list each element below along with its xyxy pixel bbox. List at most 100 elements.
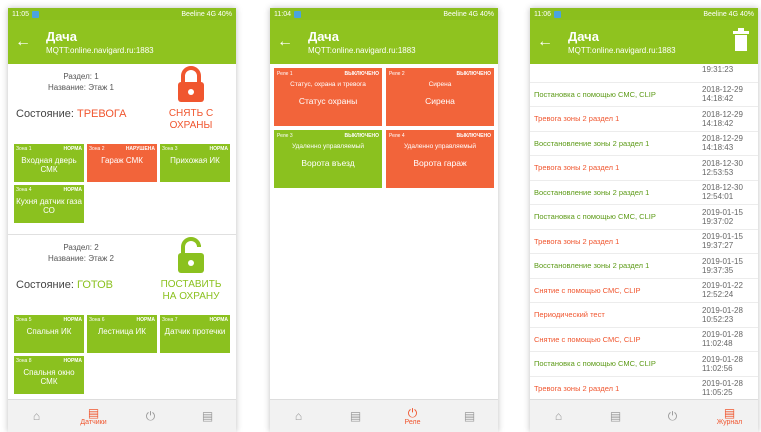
app-bar: ← Дача MQTT:online.navigard.ru:1883	[270, 20, 498, 64]
log-row[interactable]: Восстановление зоны 2 раздел 1 2018-12-29…	[530, 132, 758, 156]
battery: 40%	[217, 10, 232, 18]
battery: 40%	[739, 10, 754, 18]
relay-tile[interactable]: Реле 4 ВЫКЛЮЧЕНО Удаленно управляемый Ворот…	[386, 130, 494, 188]
log-time: 11:05:25	[702, 388, 733, 398]
log-event: Восстановление зоны 2 раздел 1	[534, 261, 650, 271]
arm-button[interactable]: ПОСТАВИТЬ НА ОХРАНУ	[156, 237, 226, 303]
relay-grid: Реле 1 ВЫКЛЮЧЕНО Статус, охрана и тревога С…	[274, 68, 494, 188]
nav-home[interactable]: ⌂	[270, 400, 327, 432]
back-arrow-icon[interactable]: ←	[274, 33, 296, 51]
log-row[interactable]: Восстановление зоны 2 раздел 1 2019-01-15…	[530, 254, 758, 279]
carrier: Beeline 4G	[443, 10, 479, 18]
nav-relay[interactable]: ⏻	[644, 400, 701, 432]
zone-tile[interactable]: Зона 5 НОРМА Спальня ИК	[14, 315, 84, 353]
sections-list[interactable]: Раздел: 1 Название: Этаж 1 Состояние: ТР…	[8, 64, 236, 400]
nav-sensors[interactable]: ▤	[327, 400, 384, 432]
status-bar: 11:05 Beeline 4G 40%	[8, 8, 236, 20]
log-time: 12:53:53	[702, 167, 734, 177]
log-event: Восстановление зоны 2 раздел 1	[534, 138, 650, 148]
log-timestamp: 2019-01-15 19:37:35	[702, 257, 758, 275]
trash-icon[interactable]	[732, 28, 750, 52]
zone-tile[interactable]: Зона 3 НОРМА Прихожая ИК	[160, 144, 230, 182]
journal-list[interactable]: 19:31:23 Постановка с помощью СМС, CLIP 20…	[530, 64, 758, 400]
zone-tile[interactable]: Зона 1 НОРМА Входная дверь СМК	[14, 144, 84, 182]
section-state: Состояние: ТРЕВОГА	[16, 108, 127, 120]
section-number: Раздел: 2	[63, 243, 99, 252]
log-time: 19:31:23	[702, 65, 734, 75]
zone-tile[interactable]: Зона 8 НОРМА Спальня окно СМК	[14, 356, 84, 394]
document-icon: ▤	[201, 409, 214, 423]
log-date: 2018-12-29	[702, 85, 743, 95]
nav-log[interactable]: ▤	[179, 400, 236, 432]
carrier: Beeline 4G	[181, 10, 217, 18]
log-row[interactable]: Тревога зоны 2 раздел 1 2019-01-28 11:05:2…	[530, 377, 758, 401]
nav-sensors[interactable]: ▤	[587, 400, 644, 432]
page-title: Дача	[308, 29, 339, 44]
state-value: ГОТОВ	[77, 279, 114, 291]
nav-relay[interactable]: ⏻ Реле	[384, 400, 441, 432]
log-row[interactable]: Тревога зоны 2 раздел 1 2018-12-29 14:18:4…	[530, 107, 758, 132]
relay-tile[interactable]: Реле 2 ВЫКЛЮЧЕНО Сирена Сирена	[386, 68, 494, 126]
power-icon: ⏻	[667, 409, 678, 423]
log-timestamp: 2019-01-15 19:37:27	[702, 232, 758, 250]
zone-tile[interactable]: Зона 7 НОРМА Датчик протечки	[160, 315, 230, 353]
log-timestamp: 2019-01-22 12:52:24	[702, 281, 758, 299]
log-row[interactable]: Тревога зоны 2 раздел 1 2019-01-15 19:37:2…	[530, 230, 758, 254]
relays-screen: 11:04 Beeline 4G 40% ← Дача MQTT:online.…	[270, 8, 498, 432]
log-time: 14:18:43	[702, 143, 734, 153]
relay-tile[interactable]: Реле 1 ВЫКЛЮЧЕНО Статус, охрана и тревога С…	[274, 68, 382, 126]
log-time: 12:54:01	[702, 192, 734, 202]
zone-tile[interactable]: Зона 2 НАРУШЕНА Гараж СМК	[87, 144, 157, 182]
bottom-nav: ⌂ ▤ Датчики ⏻ ▤	[8, 399, 236, 432]
nav-log[interactable]: ▤ Журнал	[701, 400, 758, 432]
page-subtitle: MQTT:online.navigard.ru:1883	[568, 46, 676, 55]
log-row[interactable]: Постановка с помощью СМС, CLIP 2019-01-28…	[530, 352, 758, 377]
log-row[interactable]: Восстановление зоны 2 раздел 1 2018-12-30…	[530, 181, 758, 205]
log-row[interactable]: Снятие с помощью СМС, CLIP 2019-01-22 12:5…	[530, 279, 758, 303]
log-date: 2019-01-28	[702, 330, 743, 340]
status-bar: 11:06 Beeline 4G 40%	[530, 8, 758, 20]
zone-tile[interactable]: Зона 4 НОРМА Кухня датчик газа СО	[14, 185, 84, 223]
sensor-icon: ▤	[609, 409, 622, 423]
log-date: 2018-12-29	[702, 134, 743, 144]
battery: 40%	[479, 10, 494, 18]
section-2: Раздел: 2 Название: Этаж 2 Состояние: ГО…	[8, 235, 236, 400]
log-event: Тревога зоны 2 раздел 1	[534, 236, 620, 246]
power-icon: ⏻	[145, 409, 156, 423]
log-row[interactable]: Тревога зоны 2 раздел 1 2018-12-30 12:53:5…	[530, 156, 758, 181]
zone-tile[interactable]: Зона 6 НОРМА Лестница ИК	[87, 315, 157, 353]
zone-grid: Зона 5 НОРМА Спальня ИК Зона 6 НОРМА Лестниц…	[14, 315, 230, 394]
log-row[interactable]: Постановка с помощью СМС, CLIP 2018-12-29…	[530, 83, 758, 107]
log-row[interactable]: Снятие с помощью СМС, CLIP 2019-01-28 11:0…	[530, 328, 758, 352]
page-title: Дача	[46, 29, 77, 44]
log-date: 2018-12-29	[702, 109, 743, 119]
log-time: 14:18:42	[702, 94, 734, 104]
log-row[interactable]: 19:31:23	[530, 64, 758, 83]
home-icon: ⌂	[32, 409, 41, 423]
log-event: Постановка с помощью СМС, CLIP	[534, 212, 656, 222]
back-arrow-icon[interactable]: ←	[534, 33, 556, 51]
nav-home[interactable]: ⌂	[530, 400, 587, 432]
nav-log[interactable]: ▤	[441, 400, 498, 432]
section-name: Название: Этаж 1	[48, 83, 114, 92]
nav-relay[interactable]: ⏻	[122, 400, 179, 432]
log-timestamp: 2018-12-29 14:18:42	[702, 85, 758, 103]
nav-home[interactable]: ⌂	[8, 400, 65, 432]
nav-sensors[interactable]: ▤ Датчики	[65, 400, 122, 432]
disarm-button[interactable]: СНЯТЬ С ОХРАНЫ	[156, 66, 226, 132]
log-row[interactable]: Постановка с помощью СМС, CLIP 2019-01-15…	[530, 205, 758, 230]
log-timestamp: 2018-12-29 14:18:43	[702, 134, 758, 152]
log-time: 11:02:56	[702, 363, 733, 373]
back-arrow-icon[interactable]: ←	[12, 33, 34, 51]
log-event: Тревога зоны 2 раздел 1	[534, 383, 620, 393]
log-event: Снятие с помощью СМС, CLIP	[534, 334, 641, 344]
section-number: Раздел: 1	[63, 72, 99, 81]
log-event: Восстановление зоны 2 раздел 1	[534, 187, 650, 197]
bottom-nav: ⌂ ▤ ⏻ ▤ Журнал	[530, 399, 758, 432]
section-state: Состояние: ГОТОВ	[16, 279, 114, 291]
log-row[interactable]: Периодический тест 2019-01-28 10:52:23	[530, 303, 758, 328]
time: 11:05	[12, 10, 29, 18]
log-date: 2019-01-15	[702, 232, 743, 242]
page-title: Дача	[568, 29, 599, 44]
relay-tile[interactable]: Реле 3 ВЫКЛЮЧЕНО Удаленно управляемый Ворот…	[274, 130, 382, 188]
